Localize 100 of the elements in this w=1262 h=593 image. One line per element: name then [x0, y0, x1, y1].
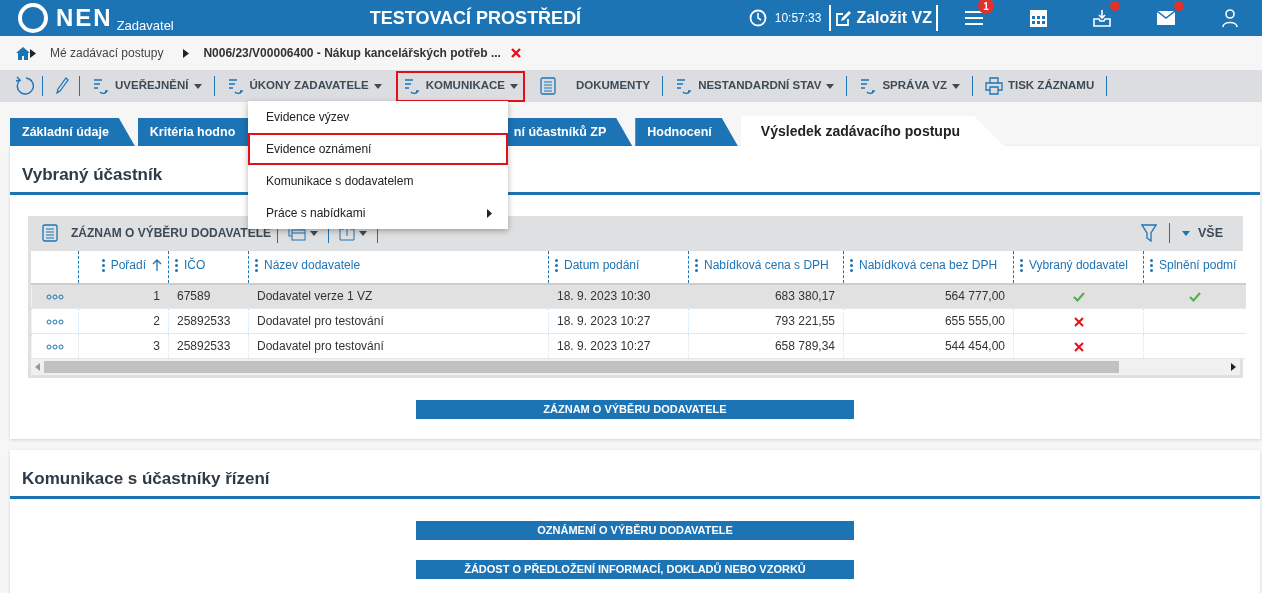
home-icon[interactable]	[16, 46, 30, 60]
list-arrow-icon	[675, 77, 694, 95]
scroll-right-icon	[1231, 363, 1236, 371]
caret-icon	[1182, 230, 1190, 236]
horizontal-scrollbar[interactable]	[31, 359, 1240, 375]
pencil-icon[interactable]	[55, 77, 69, 95]
user-icon[interactable]	[1222, 9, 1238, 27]
refresh-icon[interactable]	[14, 76, 34, 96]
table-cell: 18. 9. 2023 10:27	[548, 333, 689, 359]
action-button[interactable]: ZÁZNAM O VÝBĚRU DODAVATELE	[416, 400, 854, 419]
table-cell: 18. 9. 2023 10:30	[548, 283, 689, 309]
toolbar-menu-button[interactable]: ÚKONY ZADAVATELE	[220, 70, 388, 102]
table-cell: Dodavatel pro testování	[248, 333, 549, 359]
column-menu-icon[interactable]	[1150, 258, 1153, 272]
cross-icon	[1073, 316, 1084, 327]
column-header[interactable]: Splnění podmí	[1150, 256, 1237, 275]
scroll-left-icon	[35, 363, 40, 371]
list-arrow-icon	[226, 77, 245, 95]
table-row[interactable]: 2 25892533 Dodavatel pro testování 18. 9. 2023 10:27 793 221,55 655 555,00	[31, 308, 1246, 334]
page-title: TESTOVACÍ PROSTŘEDÍ	[369, 6, 582, 30]
printer-icon	[985, 77, 1003, 95]
chevron-icon	[183, 48, 190, 58]
clock-icon	[748, 9, 767, 27]
list-arrow-icon	[859, 77, 878, 95]
section-heading: Komunikace s účastníky řízení	[10, 450, 1260, 499]
column-menu-icon[interactable]	[101, 258, 105, 272]
close-icon[interactable]	[510, 48, 521, 58]
table-cell: Dodavatel verze 1 VZ	[248, 283, 549, 309]
table-cell: 544 454,00	[843, 333, 1014, 359]
table-cell: 3	[78, 333, 169, 359]
subtitle: Zadavatel	[116, 16, 174, 35]
check-icon	[1188, 292, 1201, 303]
table-cell: 658 789,34	[688, 333, 844, 359]
inbox-icon[interactable]	[1093, 9, 1111, 27]
caret-icon	[510, 83, 518, 89]
logo-icon	[18, 3, 48, 33]
menu-item[interactable]: Komunikace s dodavatelem	[248, 165, 508, 197]
menu-icon[interactable]	[965, 11, 983, 25]
cross-icon	[1073, 341, 1084, 352]
column-header[interactable]: Vybraný dodavatel	[1020, 256, 1128, 275]
table-row[interactable]: 1 67589 Dodavatel verze 1 VZ 18. 9. 2023 10:30 683 380,17 564 777,00	[31, 283, 1246, 309]
column-menu-icon[interactable]	[850, 258, 853, 272]
toolbar-menu-button[interactable]: SPRÁVA VZ	[853, 70, 966, 102]
more-icon[interactable]	[46, 318, 64, 325]
list-arrow-icon	[92, 77, 110, 95]
mail-icon[interactable]	[1157, 11, 1175, 25]
tab[interactable]: Základní údaje	[10, 118, 135, 146]
menu-item[interactable]: Evidence oznámení	[248, 133, 508, 165]
tab[interactable]: Výsledek zadávacího postupu	[740, 116, 1004, 146]
toolbar-menu-button[interactable]: NESTANDARDNÍ STAV	[669, 70, 841, 102]
table-cell: 655 555,00	[843, 308, 1014, 334]
calendar-icon[interactable]	[1029, 9, 1047, 27]
column-menu-icon[interactable]	[555, 258, 558, 272]
more-icon[interactable]	[46, 294, 64, 301]
column-menu-icon[interactable]	[255, 258, 258, 272]
caret-icon	[193, 83, 202, 89]
action-button[interactable]: OZNÁMENÍ O VÝBĚRU DODAVATELE	[416, 520, 854, 540]
column-header[interactable]: Datum podání	[555, 256, 640, 275]
create-button[interactable]: Založit VZ	[835, 6, 932, 30]
table-cell: 793 221,55	[688, 308, 844, 334]
table-row[interactable]: 3 25892533 Dodavatel pro testování 18. 9. 2023 10:27 658 789,34 544 454,00	[31, 333, 1246, 359]
action-button[interactable]: ŽÁDOST O PŘEDLOŽENÍ INFORMACÍ, DOKLADŮ NEBO VZORKŮ	[416, 559, 854, 579]
caret-icon	[952, 83, 960, 89]
toolbar-menu-button[interactable]: TISK ZÁZNAMU	[979, 70, 1101, 102]
table-cell: 25892533	[168, 308, 249, 334]
sort-arrow-icon	[152, 259, 162, 272]
logo-text: NEN	[56, 6, 113, 30]
table-cell: 2	[78, 308, 169, 334]
table-cell: 1	[78, 283, 169, 309]
caret-icon	[373, 83, 382, 89]
table-cell: 683 380,17	[688, 283, 844, 309]
submenu-arrow-icon	[487, 208, 492, 218]
table-cell: 18. 9. 2023 10:27	[548, 308, 689, 334]
table-cell: 67589	[168, 283, 249, 309]
clock-time: 10:57:33	[774, 10, 822, 27]
check-icon	[1072, 292, 1085, 303]
table-cell: Dodavatel pro testování	[248, 308, 549, 334]
column-header[interactable]: Nabídková cena bez DPH	[850, 256, 998, 275]
column-menu-icon[interactable]	[175, 258, 178, 272]
notification-badge: 1	[978, 0, 994, 14]
list-arrow-icon	[402, 77, 421, 95]
more-icon[interactable]	[46, 343, 64, 350]
column-header[interactable]: Nabídková cena s DPH	[695, 256, 829, 275]
chevron-icon	[30, 48, 36, 58]
toolbar-menu-button[interactable]: DOKUMENTY	[533, 70, 657, 102]
document-icon	[41, 224, 59, 242]
caret-icon	[826, 83, 835, 89]
column-menu-icon[interactable]	[1020, 258, 1023, 272]
column-header[interactable]: Pořadí	[101, 256, 162, 275]
filter-icon[interactable]	[1141, 224, 1157, 242]
tab[interactable]: Hodnocení	[635, 118, 738, 146]
breadcrumb-current: N006/23/V00006400 - Nákup kancelářských potřeb ...	[203, 45, 501, 62]
column-menu-icon[interactable]	[695, 258, 698, 272]
filter-dropdown[interactable]: VŠE	[1182, 223, 1223, 243]
toolbar-menu-button[interactable]: UVEŘEJNĚNÍ	[86, 70, 208, 102]
column-header[interactable]: Název dodavatele	[255, 256, 361, 275]
breadcrumb-link[interactable]: Mé zadávací postupy	[50, 44, 164, 62]
edit-icon	[835, 9, 853, 27]
table-cell: 25892533	[168, 333, 249, 359]
column-header[interactable]: IČO	[175, 256, 206, 275]
